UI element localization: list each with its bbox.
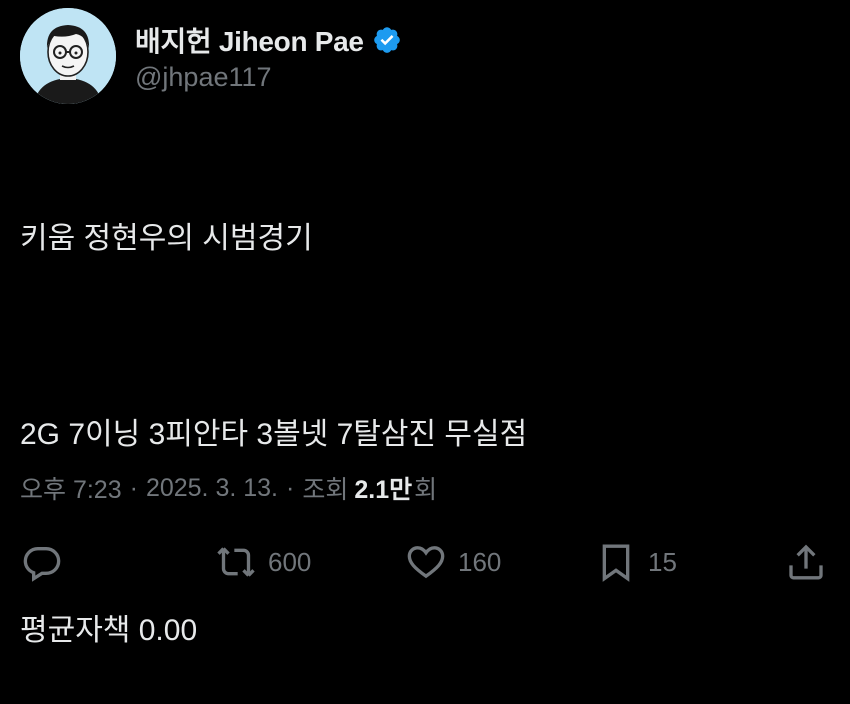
tweet-line-gap (20, 312, 527, 361)
tweet-line: 키움 정현우의 시범경기 (20, 222, 313, 255)
heart-icon (407, 546, 445, 579)
author-handle[interactable]: @jhpae117 (135, 62, 272, 93)
tweet-date[interactable]: 2025. 3. 13. (146, 474, 278, 503)
retweet-button[interactable]: 600 (216, 540, 311, 584)
reply-icon (23, 547, 61, 582)
meta-separator: · (286, 473, 295, 502)
views-suffix: 회 (414, 476, 438, 504)
share-button[interactable] (786, 540, 826, 584)
reply-button[interactable] (22, 540, 62, 584)
tweet-line: 평균자책 0.00 (20, 614, 198, 647)
like-button[interactable]: 160 (406, 540, 501, 584)
like-count: 160 (458, 546, 502, 577)
views-count[interactable]: 2.1만 (354, 470, 412, 506)
bookmark-button[interactable]: 15 (596, 540, 677, 584)
views-label: 조회 (302, 476, 349, 504)
tweet-line: 2G 7이닝 3피안타 3볼넷 7탈삼진 무실점 (20, 418, 528, 451)
tweet-meta: 오후 7:23 · 2025. 3. 13. · 조회 2.1만 회 (20, 470, 437, 506)
meta-separator: · (129, 473, 138, 502)
verified-badge-icon (372, 25, 402, 55)
tweet-actions: 600 160 15 (0, 540, 850, 584)
tweet-text: 키움 정현우의 시범경기 2G 7이닝 3피안타 3볼넷 7탈삼진 무실점 평균… (20, 165, 527, 704)
retweet-icon (217, 547, 255, 577)
tweet-time[interactable]: 오후 7:23 (20, 470, 122, 506)
author-name-row[interactable]: 배지헌 Jiheon Pae (135, 20, 402, 60)
avatar-illustration (20, 8, 116, 104)
retweet-count: 600 (268, 546, 312, 577)
share-icon (789, 544, 823, 580)
bookmark-icon (602, 544, 630, 582)
avatar[interactable] (20, 8, 116, 104)
bookmark-count: 15 (648, 546, 677, 577)
author-display-name[interactable]: 배지헌 Jiheon Pae (135, 20, 364, 60)
